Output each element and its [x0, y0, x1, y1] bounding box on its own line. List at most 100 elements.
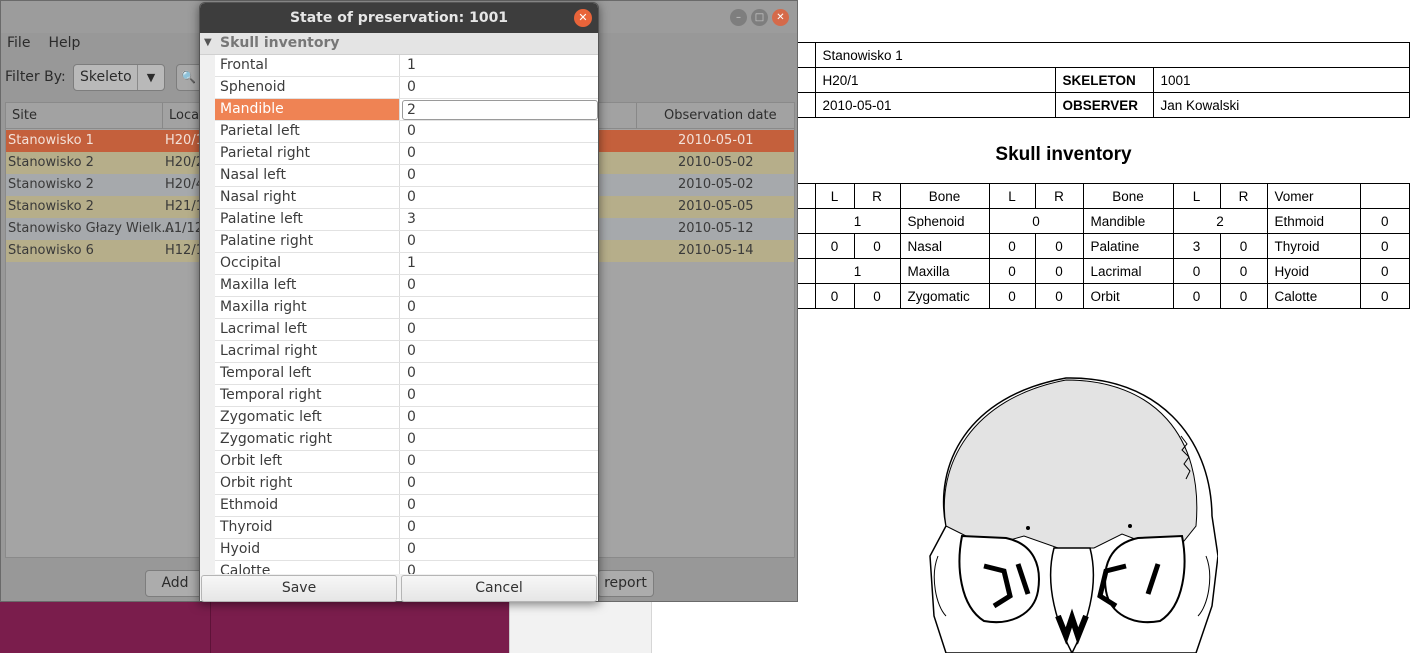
inv-header-cell: L: [1172, 183, 1221, 209]
inv-cell: 0: [988, 258, 1036, 284]
inv-cell: 1: [814, 208, 901, 234]
inv-cell: 0: [1359, 258, 1410, 284]
inv-header-cell: [1359, 183, 1410, 209]
report-observer: Jan Kowalski: [1152, 92, 1410, 118]
inv-cell: Maxilla: [899, 258, 990, 284]
inv-cell: 0: [1359, 233, 1410, 259]
inv-header-cell: Bone: [899, 183, 990, 209]
property-row[interactable]: Zygomatic left 0: [215, 407, 598, 429]
inv-cell: 0: [1034, 283, 1084, 309]
inv-header-cell: R: [1219, 183, 1268, 209]
property-row[interactable]: Ethmoid 0: [215, 495, 598, 517]
inv-cell: Hyoid: [1266, 258, 1361, 284]
preservation-dialog: State of preservation: 1001 ✕ ▼ Skull in…: [199, 2, 599, 602]
menu-help[interactable]: Help: [48, 35, 80, 57]
chevron-down-icon: ▼: [137, 65, 164, 90]
inv-cell: 0: [853, 233, 901, 259]
property-row[interactable]: Parietal right 0: [215, 143, 598, 165]
inv-cell: Thyroid: [1266, 233, 1361, 259]
search-icon: 🔍: [181, 70, 196, 84]
inv-cell: 3: [1172, 233, 1221, 259]
property-row[interactable]: Temporal left 0: [215, 363, 598, 385]
filter-select[interactable]: Skeleto ▼: [73, 64, 165, 91]
report-site: Stanowisko 1: [814, 42, 1410, 68]
property-row[interactable]: Parietal left 0: [215, 121, 598, 143]
inv-cell: 2: [1172, 208, 1268, 234]
inv-cell: Ethmoid: [1266, 208, 1361, 234]
inv-cell: 1: [814, 258, 901, 284]
property-row[interactable]: Maxilla left 0: [215, 275, 598, 297]
col-date[interactable]: Observation date: [664, 108, 777, 123]
inv-cell: Zygomatic: [899, 283, 990, 309]
menu-file[interactable]: File: [7, 35, 30, 57]
inv-cell: Lacrimal: [1082, 258, 1174, 284]
inv-cell: 0: [1359, 208, 1410, 234]
filter-label: Filter By:: [5, 69, 66, 85]
inv-cell: Mandible: [1082, 208, 1174, 234]
property-row[interactable]: Temporal right 0: [215, 385, 598, 407]
inv-cell: 0: [853, 283, 901, 309]
property-row[interactable]: Orbit right 0: [215, 473, 598, 495]
minimize-icon[interactable]: –: [730, 9, 747, 26]
menu-bar: File Help: [1, 35, 80, 57]
inv-cell: 0: [1219, 233, 1268, 259]
property-row[interactable]: Sphenoid 0: [215, 77, 598, 99]
inv-cell: Calotte: [1266, 283, 1361, 309]
skull-diagram: [929, 377, 1218, 653]
cancel-button[interactable]: Cancel: [401, 575, 597, 602]
property-row[interactable]: Occipital 1: [215, 253, 598, 275]
inv-header-cell: R: [1034, 183, 1084, 209]
property-row[interactable]: Hyoid 0: [215, 539, 598, 561]
inv-cell: 0: [988, 283, 1036, 309]
filter-value: Skeleto: [80, 69, 132, 85]
property-row[interactable]: Nasal left 0: [215, 165, 598, 187]
inv-header-cell: R: [853, 183, 901, 209]
property-row[interactable]: Nasal right 0: [215, 187, 598, 209]
report-date: 2010-05-01: [814, 92, 1056, 118]
close-icon[interactable]: ✕: [772, 9, 789, 26]
property-row[interactable]: Lacrimal right 0: [215, 341, 598, 363]
dialog-title: State of preservation: 1001 ✕: [200, 3, 598, 33]
inv-cell: Sphenoid: [899, 208, 990, 234]
close-icon[interactable]: ✕: [574, 9, 592, 27]
inv-cell: 0: [814, 283, 855, 309]
inv-header-cell: L: [814, 183, 855, 209]
property-row[interactable]: Maxilla right 0: [215, 297, 598, 319]
property-row[interactable]: Lacrimal left 0: [215, 319, 598, 341]
property-row[interactable]: Palatine right 0: [215, 231, 598, 253]
mandible-value-input[interactable]: 2: [402, 100, 598, 120]
inv-header-cell: Vomer: [1266, 183, 1361, 209]
property-row[interactable]: Mandible 2: [215, 99, 598, 121]
report-skeleton: 1001: [1152, 67, 1410, 93]
inv-header-cell: Bone: [1082, 183, 1174, 209]
inv-cell: 0: [1034, 258, 1084, 284]
col-site[interactable]: Site: [12, 108, 37, 123]
inv-cell: 0: [1172, 283, 1221, 309]
property-row[interactable]: Thyroid 0: [215, 517, 598, 539]
inv-cell: Orbit: [1082, 283, 1174, 309]
report-header-table: Stanowisko 1 H20/1 SKELETON 1001 2010-05-0…: [797, 42, 1410, 118]
report-location: H20/1: [814, 67, 1056, 93]
save-button[interactable]: Save: [201, 575, 397, 602]
inv-cell: 0: [1219, 283, 1268, 309]
inv-cell: 0: [1219, 258, 1268, 284]
maximize-icon[interactable]: □: [751, 9, 768, 26]
property-list: Frontal 1 Sphenoid 0 Mandible 2 Parietal le…: [215, 55, 598, 574]
skeleton-label: SKELETON: [1054, 67, 1154, 93]
section-header[interactable]: ▼ Skull inventory: [200, 33, 598, 55]
inv-header-cell: L: [988, 183, 1036, 209]
property-row[interactable]: Frontal 1: [215, 55, 598, 77]
report-button[interactable]: report: [597, 570, 654, 597]
expander-icon: ▼: [204, 37, 212, 48]
add-button[interactable]: Add: [145, 570, 205, 597]
property-row[interactable]: Zygomatic right 0: [215, 429, 598, 451]
inventory-table: L R Bone L R Bone L R Vomer 1 Sphenoid 0…: [797, 183, 1410, 309]
property-row[interactable]: Calotte 0: [215, 561, 598, 574]
observer-label: OBSERVER: [1054, 92, 1154, 118]
property-row[interactable]: Orbit left 0: [215, 451, 598, 473]
inv-cell: Nasal: [899, 233, 990, 259]
inv-cell: 0: [988, 233, 1036, 259]
property-row[interactable]: Palatine left 3: [215, 209, 598, 231]
inventory-title: Skull inventory: [995, 144, 1132, 165]
inv-cell: 0: [988, 208, 1084, 234]
